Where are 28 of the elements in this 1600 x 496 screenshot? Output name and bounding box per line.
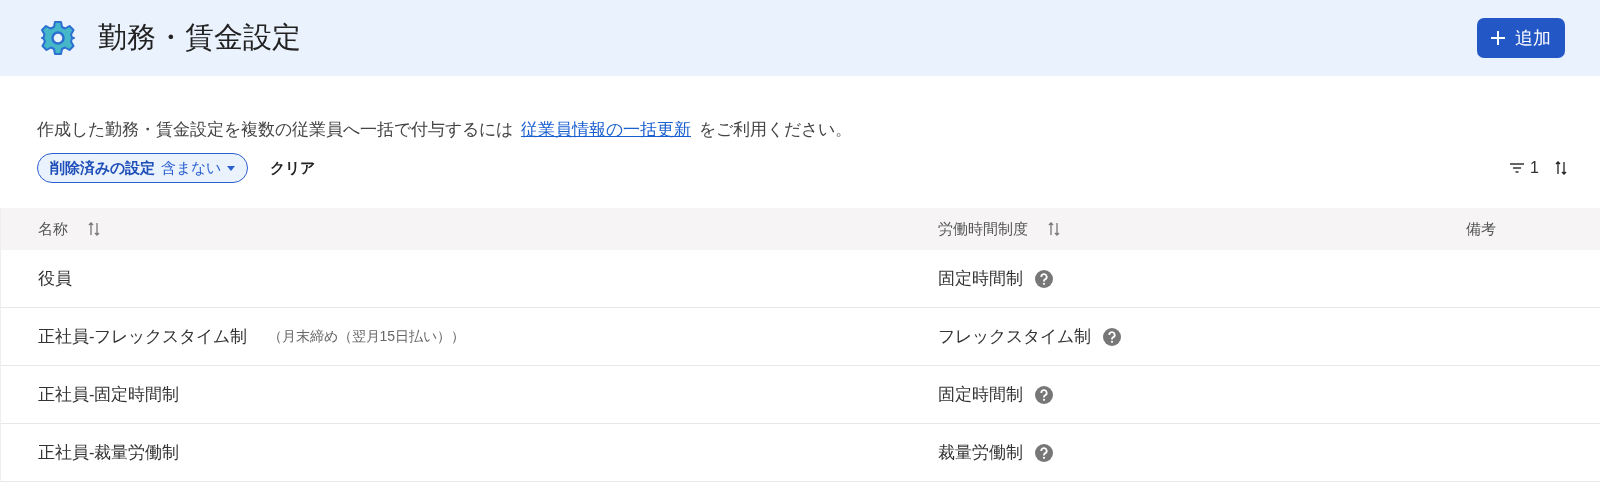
help-icon[interactable] [1035, 269, 1053, 288]
setting-note: （月末締め（翌月15日払い）） [267, 327, 466, 346]
setting-name: 役員 [38, 267, 72, 289]
work-system: フレックスタイム制 [938, 325, 1091, 347]
help-icon[interactable] [1035, 385, 1053, 404]
work-system: 固定時間制 [938, 267, 1023, 289]
help-icon[interactable] [1035, 443, 1053, 462]
setting-name: 正社員-フレックスタイム制 [38, 325, 248, 347]
caret-icon [227, 165, 235, 171]
clear-button[interactable]: クリア [264, 157, 321, 179]
column-header: 備考 [1466, 219, 1496, 239]
work-system: 固定時間制 [938, 383, 1023, 405]
work-system: 裁量労働制 [938, 441, 1023, 463]
description-text: 作成した勤務・賃金設定を複数の従業員へ一括で付与するには 従業員情報の一括更新 をご利用ください。 [37, 119, 853, 140]
column-header: 名称 [38, 219, 68, 239]
gear-icon [40, 20, 76, 56]
help-icon[interactable] [1103, 327, 1121, 346]
sort-icon[interactable] [1555, 160, 1567, 176]
plus-icon [1491, 31, 1505, 45]
column-header: 労働時間制度 [938, 219, 1028, 239]
setting-name: 正社員-裁量労働制 [38, 441, 180, 463]
bulk-update-link[interactable]: 従業員情報の一括更新 [521, 120, 691, 138]
filter-count: 1 [1530, 159, 1539, 177]
filter-chip[interactable]: 削除済みの設定 含まない [37, 153, 248, 183]
page-title: 勤務・賃金設定 [98, 20, 302, 55]
setting-name: 正社員-固定時間制 [38, 383, 180, 405]
filter-icon[interactable] [1510, 163, 1525, 173]
add-button[interactable]: 追加 [1477, 18, 1565, 58]
